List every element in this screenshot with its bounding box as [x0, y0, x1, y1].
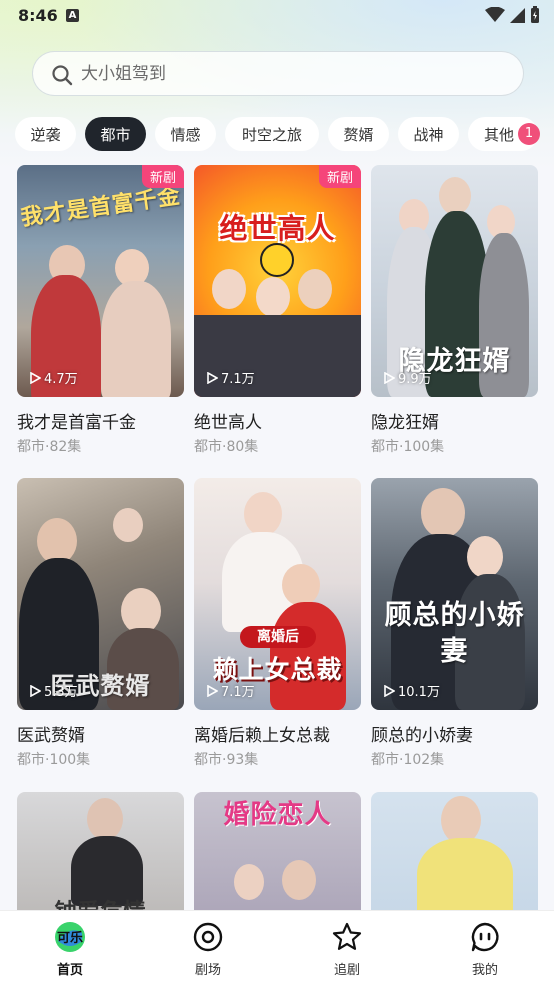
- drama-meta: 都市·102集: [371, 752, 445, 768]
- search-input[interactable]: [81, 52, 501, 95]
- poster-figure: [101, 281, 171, 397]
- view-count-value: 7.1万: [221, 372, 255, 387]
- nav-profile[interactable]: 我的: [445, 911, 525, 984]
- theater-icon: [193, 922, 223, 952]
- tab-category-5[interactable]: 战神: [398, 117, 459, 151]
- drama-card[interactable]: 我才是首富千金 新剧 4.7万 我才是首富千金 都市·82集: [17, 165, 184, 456]
- poster-tag: 离婚后: [240, 626, 316, 648]
- drama-poster[interactable]: 医武赘婿 5.3万: [17, 478, 184, 710]
- tab-category-4[interactable]: 赘婿: [328, 117, 389, 151]
- tab-category-1[interactable]: 都市: [85, 117, 146, 151]
- search-bar[interactable]: [32, 51, 524, 96]
- drama-meta: 都市·100集: [371, 439, 445, 455]
- drama-poster[interactable]: 绝世高人 新剧 7.1万: [194, 165, 361, 397]
- tab-category-3[interactable]: 时空之旅: [225, 117, 319, 151]
- tab-category-0[interactable]: 逆袭: [15, 117, 76, 151]
- status-icons: [485, 6, 540, 24]
- poster-figure: [421, 488, 465, 538]
- drama-title[interactable]: 医武赘婿: [17, 721, 184, 746]
- poster-title-text: 婚险恋人: [223, 800, 332, 830]
- drama-meta: 都市·100集: [17, 752, 91, 768]
- play-icon: [30, 371, 41, 384]
- new-badge: 新剧: [318, 165, 361, 188]
- play-icon: [384, 684, 395, 697]
- svg-text:可乐: 可乐: [57, 930, 83, 946]
- nav-label: 剧场: [194, 963, 221, 978]
- poster-title-text: 顾总的小娇妻: [384, 600, 525, 667]
- play-icon: [207, 371, 218, 384]
- poster-figure: [113, 508, 143, 542]
- smiley-icon: [260, 243, 294, 277]
- drama-card[interactable]: 顾总的小娇妻 10.1万 顾总的小娇妻 都市·102集: [371, 478, 538, 769]
- poster-figure: [212, 269, 246, 309]
- drama-card[interactable]: 离婚后 赖上女总裁 7.1万 离婚后赖上女总裁 都市·93集: [194, 478, 361, 769]
- star-icon: [332, 922, 362, 950]
- poster-figure: [282, 564, 320, 606]
- drama-card[interactable]: 绝世高人 新剧 7.1万 绝世高人 都市·80集: [194, 165, 361, 456]
- poster-figure: [234, 864, 264, 900]
- poster-figure: [256, 277, 290, 317]
- drama-poster[interactable]: 顾总的小娇妻 10.1万: [371, 478, 538, 710]
- category-count-badge: 1: [518, 123, 540, 145]
- drama-meta: 都市·82集: [17, 439, 82, 455]
- poster-figure: [441, 796, 481, 844]
- view-count: 7.1万: [206, 681, 255, 700]
- nav-home[interactable]: 可乐 首页: [30, 911, 110, 984]
- nav-label: 首页: [56, 963, 83, 978]
- poster-figure: [298, 269, 332, 309]
- view-count-value: 7.1万: [221, 685, 255, 700]
- drama-title[interactable]: 绝世高人: [194, 408, 361, 433]
- drama-card[interactable]: 医武赘婿 5.3万 医武赘婿 都市·100集: [17, 478, 184, 769]
- poster-figure: [244, 492, 282, 536]
- nav-label: 追剧: [333, 963, 360, 978]
- view-count-value: 10.1万: [398, 685, 440, 700]
- drama-poster[interactable]: 隐龙狂婿 9.9万: [371, 165, 538, 397]
- poster-title-text: 绝世高人: [219, 212, 336, 245]
- drama-title[interactable]: 我才是首富千金: [17, 408, 184, 433]
- drama-card[interactable]: 隐龙狂婿 9.9万 隐龙狂婿 都市·100集: [371, 165, 538, 456]
- view-count: 10.1万: [383, 681, 440, 700]
- drama-title[interactable]: 离婚后赖上女总裁: [194, 721, 361, 746]
- poster-figure: [439, 177, 471, 215]
- new-badge: 新剧: [141, 165, 184, 188]
- drama-meta: 都市·80集: [194, 439, 259, 455]
- profile-chat-icon: [471, 922, 499, 952]
- battery-icon: [531, 6, 539, 23]
- notification-icon: A: [66, 9, 79, 22]
- nav-following[interactable]: 追剧: [307, 911, 387, 984]
- drama-poster[interactable]: 我才是首富千金 新剧 4.7万: [17, 165, 184, 397]
- search-icon: [52, 65, 73, 86]
- status-time: 8:46: [18, 6, 58, 25]
- nav-label: 我的: [471, 963, 498, 978]
- category-tabs: 逆袭 都市 情感 时空之旅 赘婿 战神 其他: [15, 117, 539, 153]
- drama-title[interactable]: 顾总的小娇妻: [371, 721, 538, 746]
- tab-category-2[interactable]: 情感: [155, 117, 216, 151]
- drama-poster[interactable]: 离婚后 赖上女总裁 7.1万: [194, 478, 361, 710]
- view-count: 9.9万: [383, 368, 432, 387]
- wifi-icon: [485, 7, 505, 22]
- view-count: 5.3万: [29, 681, 78, 700]
- play-icon: [30, 684, 41, 697]
- view-count: 7.1万: [206, 368, 255, 387]
- bottom-navigation: 可乐 首页 剧场 追剧 我的: [0, 910, 554, 984]
- view-count-value: 5.3万: [44, 685, 78, 700]
- view-count: 4.7万: [29, 368, 78, 387]
- view-count-value: 9.9万: [398, 372, 432, 387]
- poster-figure: [282, 860, 316, 900]
- play-icon: [207, 684, 218, 697]
- signal-icon: [510, 8, 525, 23]
- drama-meta: 都市·93集: [194, 752, 259, 768]
- status-bar: 8:46 A: [0, 0, 554, 34]
- nav-theater[interactable]: 剧场: [168, 911, 248, 984]
- poster-figure: [467, 536, 503, 578]
- play-icon: [384, 371, 395, 384]
- home-logo-icon: 可乐: [55, 922, 85, 952]
- poster-figure: [417, 838, 513, 918]
- poster-figure: [87, 798, 123, 840]
- view-count-value: 4.7万: [44, 372, 78, 387]
- drama-title[interactable]: 隐龙狂婿: [371, 408, 538, 433]
